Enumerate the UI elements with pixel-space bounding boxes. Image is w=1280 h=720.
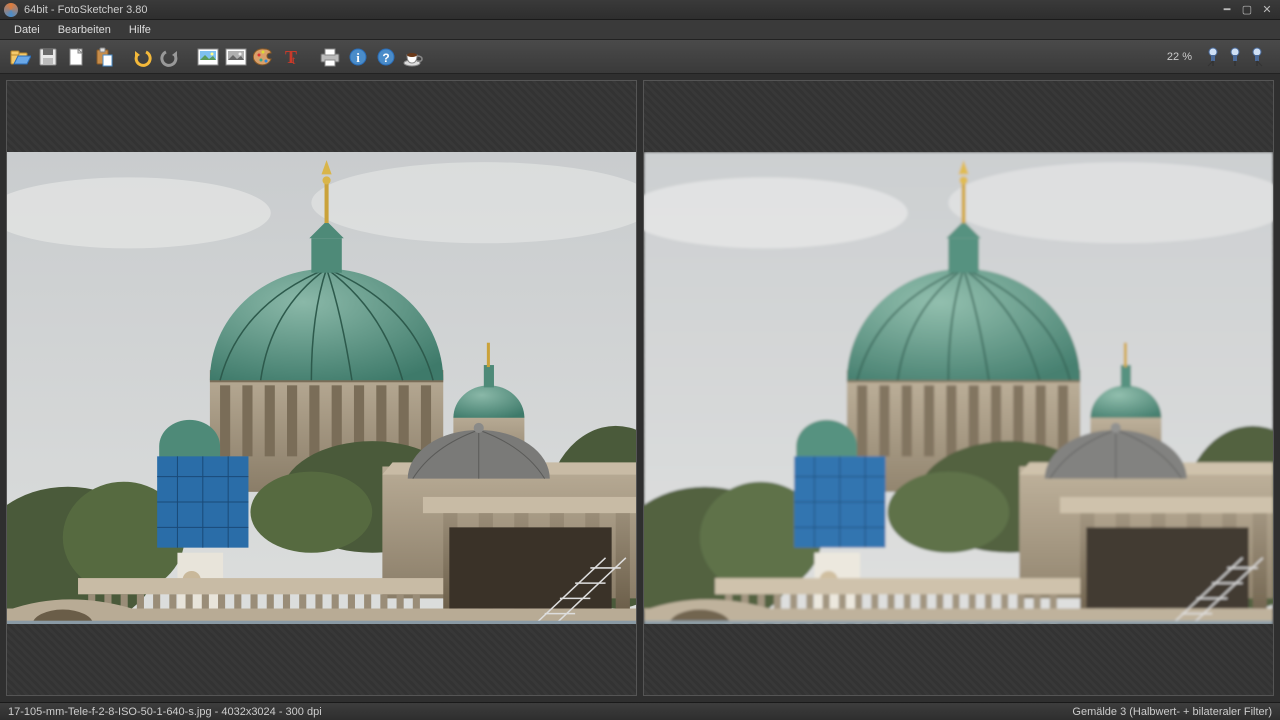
help-icon[interactable]: ? (374, 45, 398, 69)
statusbar: 17-105-mm-Tele-f-2-8-ISO-50-1-640-s.jpg … (0, 702, 1280, 720)
menu-edit[interactable]: Bearbeiten (50, 22, 119, 38)
text-icon[interactable]: Tt (280, 45, 304, 69)
app-icon (4, 3, 18, 17)
zoom-level: 22 % (1159, 51, 1200, 63)
pin-center-icon[interactable] (1226, 47, 1244, 67)
window-title: 64bit - FotoSketcher 3.80 (24, 4, 148, 16)
status-right: Gemälde 3 (Halbwert- + bilateraler Filte… (1072, 706, 1272, 718)
maximize-button[interactable]: ▢ (1238, 3, 1256, 17)
redo-icon[interactable] (158, 45, 182, 69)
source-image-icon[interactable] (196, 45, 220, 69)
toolbar: Tt i ? 22 % (0, 40, 1280, 74)
menu-help[interactable]: Hilfe (121, 22, 159, 38)
pin-right-icon[interactable] (1248, 47, 1266, 67)
menubar: Datei Bearbeiten Hilfe (0, 20, 1280, 40)
svg-text:?: ? (382, 51, 389, 65)
titlebar: 64bit - FotoSketcher 3.80 ━ ▢ ✕ (0, 0, 1280, 20)
window-controls: ━ ▢ ✕ (1218, 3, 1276, 17)
paste-icon[interactable] (92, 45, 116, 69)
source-image (7, 152, 636, 625)
status-left: 17-105-mm-Tele-f-2-8-ISO-50-1-640-s.jpg … (8, 706, 322, 718)
result-image-icon[interactable] (224, 45, 248, 69)
new-document-icon[interactable] (64, 45, 88, 69)
workspace (0, 74, 1280, 702)
info-icon[interactable]: i (346, 45, 370, 69)
result-image (644, 152, 1273, 625)
app-window: 64bit - FotoSketcher 3.80 ━ ▢ ✕ Datei Be… (0, 0, 1280, 720)
coffee-icon[interactable] (402, 45, 426, 69)
minimize-button[interactable]: ━ (1218, 3, 1236, 17)
svg-text:i: i (356, 50, 360, 65)
print-icon[interactable] (318, 45, 342, 69)
menu-file[interactable]: Datei (6, 22, 48, 38)
save-icon[interactable] (36, 45, 60, 69)
palette-icon[interactable] (252, 45, 276, 69)
pin-left-icon[interactable] (1204, 47, 1222, 67)
result-panel[interactable] (643, 80, 1274, 696)
pin-controls (1204, 47, 1272, 67)
source-panel[interactable] (6, 80, 637, 696)
undo-icon[interactable] (130, 45, 154, 69)
open-icon[interactable] (8, 45, 32, 69)
close-button[interactable]: ✕ (1258, 3, 1276, 17)
